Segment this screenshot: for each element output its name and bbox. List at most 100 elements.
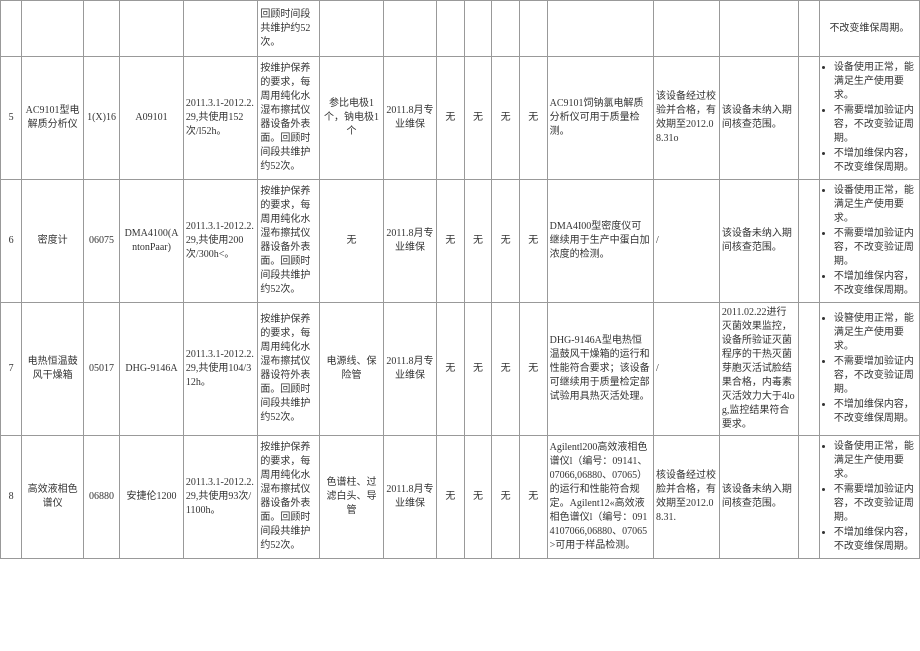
cell: 按维护保养的要求，每周用纯化水湿布擦拭仪器设备外表面。回顾时间段共维护约52次。 <box>258 57 320 180</box>
cell: AC9101饲钠氯电解质分析仪可用于质量检测。 <box>547 57 653 180</box>
cell <box>320 1 384 57</box>
cell: 色谱柱、过滤白头、导管 <box>320 436 384 559</box>
cell: 无 <box>492 303 520 436</box>
cell: 按维护保养的要求，每周用纯化水湿布擦拭仪器设备外表面。回顾时间段共维护约52次。 <box>258 436 320 559</box>
cell: 设备使用正常，能满足生产使用要求。不需要增加验证内容，不改变验证周期。不增加维保… <box>819 57 919 180</box>
cell: 无 <box>437 436 465 559</box>
remarks-item: 不增加维保内容，不改变维保周期。 <box>834 526 917 554</box>
cell: 按维护保养的要求，每周用纯化水湿布擦拭仪器设备外表面。回顾时间段共维护约52次。 <box>258 180 320 303</box>
cell <box>120 1 184 57</box>
cell: 无 <box>464 57 492 180</box>
cell: 2011.3.1-2012.2.29,共使用200次/300h<。 <box>183 180 257 303</box>
cell: 无 <box>519 180 547 303</box>
cell: 06075 <box>83 180 119 303</box>
cell <box>492 1 520 57</box>
cell: 设备使用正常，能满足生产使用要求。不需要增加验证内容，不改变验证周期。不增加维保… <box>819 436 919 559</box>
cell <box>798 436 819 559</box>
cell <box>383 1 436 57</box>
cell: 按维护保养的要求，每周用纯化水湿布擦拭仪器设符外表面。回顾时间段共维护约52次。 <box>258 303 320 436</box>
cell: DHG-9146A <box>120 303 184 436</box>
cell: 无 <box>519 436 547 559</box>
cell: 2011.3.1-2012.2.29,共使用93次/1100h。 <box>183 436 257 559</box>
remarks-item: 设备使用正常，能满足生产使用要求。 <box>834 440 917 482</box>
cell: 无 <box>492 180 520 303</box>
remarks-item: 不需要增加验证内容，不改变验证周期。 <box>834 355 917 397</box>
table-row: 6密度计06075DMA4100(AntonPaar)2011.3.1-2012… <box>1 180 920 303</box>
cell: 该设备未纳入期间核查范围。 <box>719 436 798 559</box>
cell: 1(X)16 <box>83 57 119 180</box>
cell: 安捷伦1200 <box>120 436 184 559</box>
cell: DHG-9146A型电热恒温鼓风干燥箱的运行和性能符合要求；该设备可继续用于质量… <box>547 303 653 436</box>
cell: 设簪使用正常，能满足生产使用要求。不需要增加验证内容，不改变验证周期。不增加维保… <box>819 303 919 436</box>
cell <box>437 1 465 57</box>
cell <box>183 1 257 57</box>
cell <box>653 1 719 57</box>
remarks-list: 设簪使用正常，能满足生产使用要求。不需要增加验证内容，不改变验证周期。不增加维保… <box>822 312 917 426</box>
cell <box>547 1 653 57</box>
cell: 2011.8月专业维保 <box>383 303 436 436</box>
cell: 无 <box>519 57 547 180</box>
remarks-list: 设备使用正常，能满足生产使用要求。不需要增加验证内容，不改变验证周期。不增加维保… <box>822 61 917 175</box>
cell <box>83 1 119 57</box>
cell: 设番使用正常，能满足生产使用要求。不需要增加验证内容，不改变验证周期。不增加维保… <box>819 180 919 303</box>
cell: 电源线、保险管 <box>320 303 384 436</box>
cell <box>464 1 492 57</box>
remarks-item: 不需要增加验证内容，不改变验证周期。 <box>834 483 917 525</box>
cell: 5 <box>1 57 22 180</box>
remarks-item: 设簪使用正常，能满足生产使用要求。 <box>834 312 917 354</box>
cell: 05017 <box>83 303 119 436</box>
remarks-item: 不增加维保内容，不改变维保周期。 <box>834 147 917 175</box>
remarks-item: 设备使用正常，能满足生产使用要求。 <box>834 61 917 103</box>
cell: 该设备经过校验并合格，有效期至2012.08.31o <box>653 57 719 180</box>
cell: 无 <box>320 180 384 303</box>
cell: 无 <box>437 180 465 303</box>
cell: 8 <box>1 436 22 559</box>
remarks-item: 不增加维保内容，不改变维保周期。 <box>834 270 917 298</box>
cell: 核设备经过校脸并合格，有效期至2012.08.31. <box>653 436 719 559</box>
equipment-table: 回顾时间段共维护约52次。不改变维保周期。5AC9101型电解质分析仪1(X)1… <box>0 0 920 559</box>
cell: 2011.8月专业维保 <box>383 57 436 180</box>
cell: 电热恒温鼓风干燥箱 <box>22 303 84 436</box>
cell: 7 <box>1 303 22 436</box>
cell: DMA4100(AntonPaar) <box>120 180 184 303</box>
cell: 参比电极1个，钠电极1个 <box>320 57 384 180</box>
table-row: 7电热恒温鼓风干燥箱05017DHG-9146A2011.3.1-2012.2.… <box>1 303 920 436</box>
cell: 无 <box>437 57 465 180</box>
table-row: 8高效液相色谱仪06880安捷伦12002011.3.1-2012.2.29,共… <box>1 436 920 559</box>
cell: 无 <box>492 436 520 559</box>
cell <box>798 1 819 57</box>
cell: 无 <box>519 303 547 436</box>
cell <box>798 180 819 303</box>
remarks-item: 设番使用正常，能满足生产使用要求。 <box>834 184 917 226</box>
cell: 该设备未纳入期间核查范围。 <box>719 180 798 303</box>
cell: 无 <box>492 57 520 180</box>
cell: 2011.3.1-2012.2.29,共使用104/312h。 <box>183 303 257 436</box>
table-row: 5AC9101型电解质分析仪1(X)16A091012011.3.1-2012.… <box>1 57 920 180</box>
cell: 06880 <box>83 436 119 559</box>
cell: A09101 <box>120 57 184 180</box>
remarks-item: 不增加维保内容，不改变维保周期。 <box>834 398 917 426</box>
cell: / <box>653 303 719 436</box>
cell: 无 <box>464 180 492 303</box>
cell: 密度计 <box>22 180 84 303</box>
cell: 无 <box>464 436 492 559</box>
cell: 回顾时间段共维护约52次。 <box>258 1 320 57</box>
remarks-list: 设备使用正常，能满足生产使用要求。不需要增加验证内容，不改变验证周期。不增加维保… <box>822 440 917 554</box>
cell <box>798 303 819 436</box>
cell: 2011.8月专业维保 <box>383 180 436 303</box>
cell: 无 <box>437 303 465 436</box>
cell: 无 <box>464 303 492 436</box>
cell <box>719 1 798 57</box>
cell <box>798 57 819 180</box>
cell: AC9101型电解质分析仪 <box>22 57 84 180</box>
cell: 不改变维保周期。 <box>819 1 919 57</box>
cell <box>1 1 22 57</box>
cell: 2011.02.22进行灭菌效果监控，设备所验证灭菌程序的干热灭菌芽胞灭活试脸结… <box>719 303 798 436</box>
remarks-item: 不需要增加验证内容，不改变验证周期。 <box>834 227 917 269</box>
cell: / <box>653 180 719 303</box>
cell <box>22 1 84 57</box>
cell: DMA4I00型密度仪可继续用于生产中蛋白加浓度的检测。 <box>547 180 653 303</box>
remarks-item: 不需要增加验证内容，不改变验证周期。 <box>834 104 917 146</box>
cell: 2011.8月专业维保 <box>383 436 436 559</box>
cell: 高效液相色谱仪 <box>22 436 84 559</box>
